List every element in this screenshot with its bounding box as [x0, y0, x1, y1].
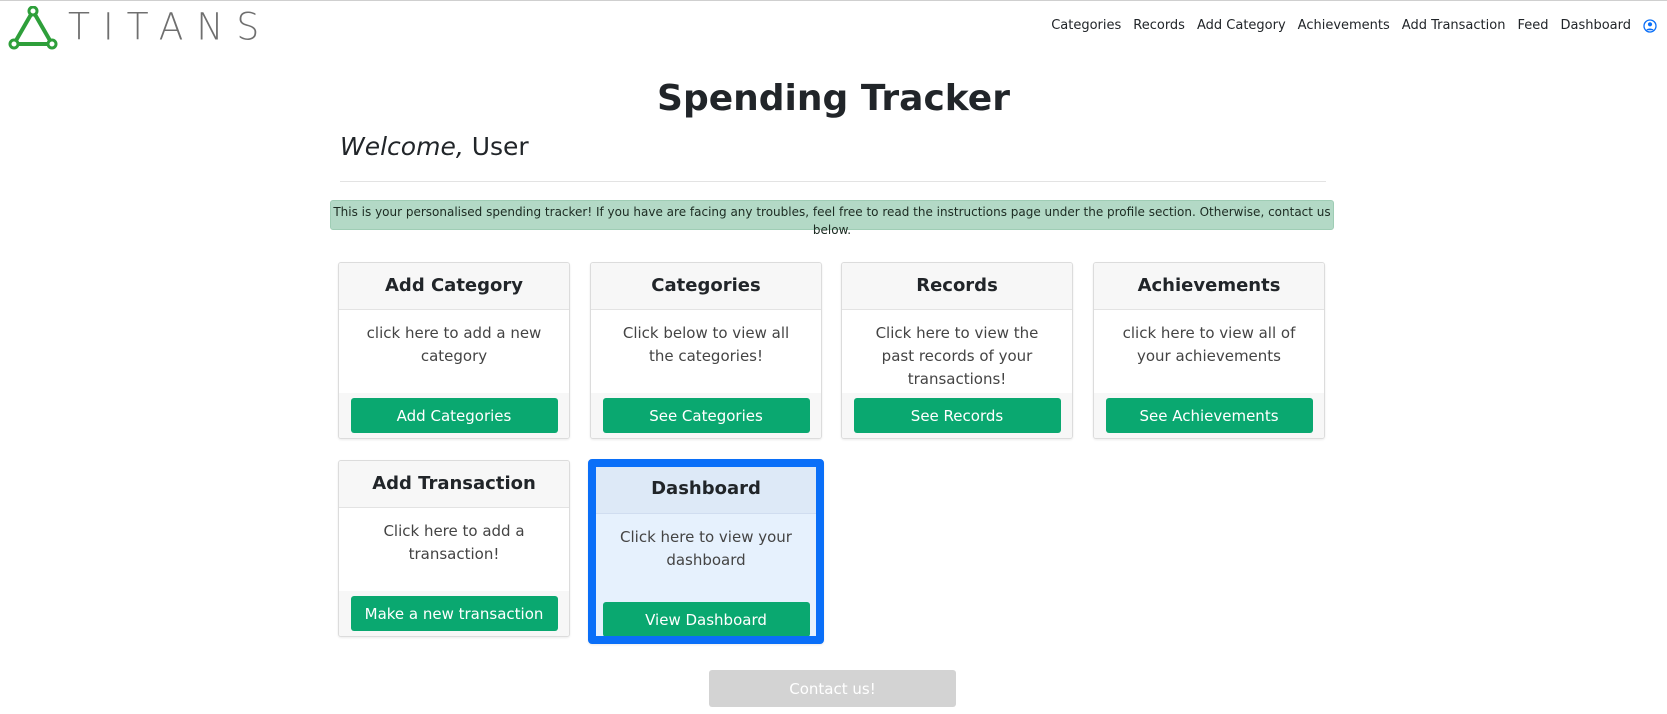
info-alert: This is your personalised spending track… [330, 200, 1334, 237]
welcome-prefix: Welcome, [340, 132, 464, 161]
card-footer: Add Categories [339, 393, 569, 438]
make-transaction-button[interactable]: Make a new transaction [350, 596, 558, 631]
card-footer: Make a new transaction [339, 591, 569, 636]
card-footer: See Records [842, 393, 1072, 438]
nav-links: Categories Records Add Category Achievem… [1039, 18, 1631, 33]
card-title: Achievements [1094, 263, 1324, 310]
card-records: Records Click here to view the past reco… [841, 262, 1073, 439]
nav-link-categories[interactable]: Categories [1051, 18, 1121, 33]
card-title: Records [842, 263, 1072, 310]
card-footer: View Dashboard [596, 597, 816, 636]
card-text: Click here to add a transaction! [383, 522, 525, 563]
card-text: click here to view all of your achieveme… [1122, 324, 1296, 365]
card-add-transaction: Add Transaction Click here to add a tran… [338, 460, 570, 637]
nav-link-achievements[interactable]: Achievements [1298, 18, 1390, 33]
add-categories-button[interactable]: Add Categories [350, 398, 558, 433]
nav-link-add-transaction[interactable]: Add Transaction [1402, 18, 1506, 33]
brand-logo[interactable]: TITANS [8, 5, 272, 51]
divider [340, 181, 1326, 182]
page-title: Spending Tracker [657, 78, 1010, 119]
see-categories-button[interactable]: See Categories [602, 398, 810, 433]
card-add-category: Add Category click here to add a new cat… [338, 262, 570, 439]
card-title: Add Category [339, 263, 569, 310]
card-title: Dashboard [596, 467, 816, 514]
see-records-button[interactable]: See Records [853, 398, 1061, 433]
view-dashboard-button[interactable]: View Dashboard [602, 602, 810, 636]
see-achievements-button[interactable]: See Achievements [1105, 398, 1313, 433]
welcome-message: Welcome, User [340, 132, 529, 161]
nav-link-feed[interactable]: Feed [1517, 18, 1548, 33]
navbar: TITANS Categories Records Add Category A… [0, 1, 1667, 53]
welcome-user: User [463, 132, 529, 161]
card-footer: See Categories [591, 393, 821, 438]
card-text: Click here to view the past records of y… [875, 324, 1039, 388]
card-title: Add Transaction [339, 461, 569, 508]
card-text: Click here to view your dashboard [596, 514, 816, 597]
nav-link-add-category[interactable]: Add Category [1197, 18, 1286, 33]
card-dashboard: Dashboard Click here to view your dashbo… [588, 459, 824, 644]
card-text: Click below to view all the categories! [622, 324, 790, 365]
card-achievements: Achievements click here to view all of y… [1093, 262, 1325, 439]
nav-link-records[interactable]: Records [1133, 18, 1185, 33]
triangle-logo-icon [8, 6, 58, 50]
contact-us-button[interactable]: Contact us! [709, 670, 956, 707]
card-text: click here to add a new category [366, 324, 542, 365]
card-footer: See Achievements [1094, 393, 1324, 438]
brand-name: TITANS [68, 5, 273, 49]
nav-link-dashboard[interactable]: Dashboard [1560, 18, 1631, 33]
user-circle-icon[interactable] [1643, 19, 1657, 33]
card-title: Categories [591, 263, 821, 310]
card-categories: Categories Click below to view all the c… [590, 262, 822, 439]
